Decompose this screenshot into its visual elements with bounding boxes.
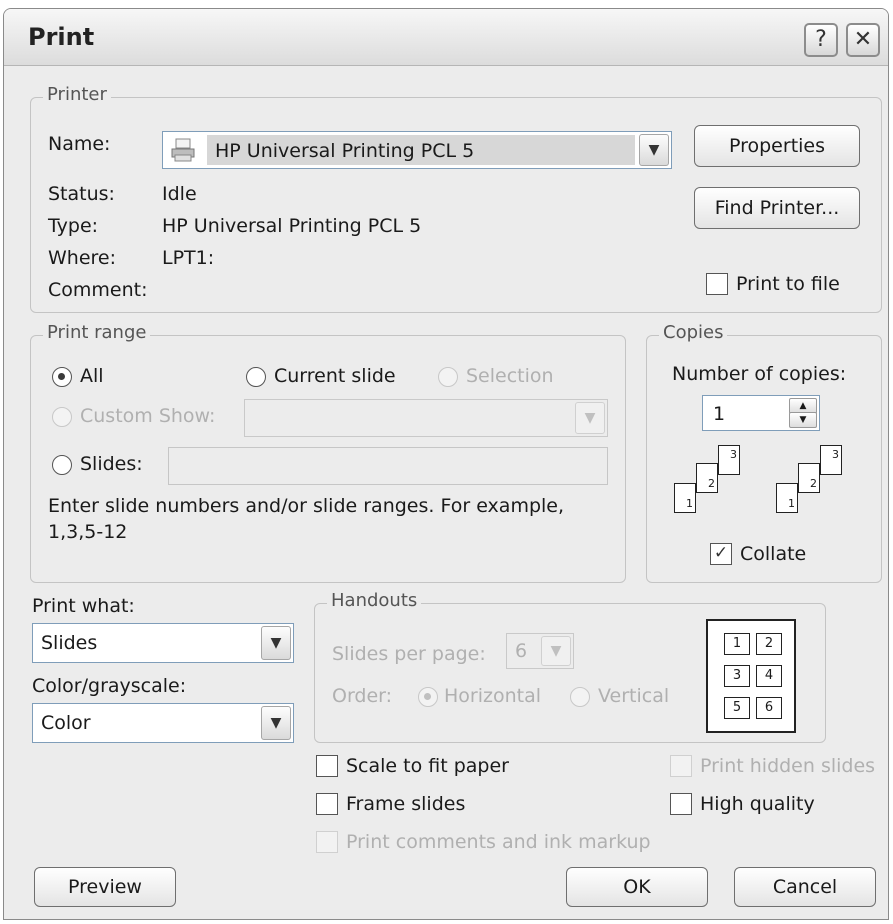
printer-icon	[169, 137, 197, 163]
horizontal-radio[interactable]	[418, 687, 438, 707]
close-button[interactable]: ✕	[846, 23, 880, 57]
all-label[interactable]: All	[80, 365, 104, 387]
page-icon-2: 2	[696, 463, 718, 493]
print-what-value: Slides	[41, 632, 98, 654]
handout-slide-6: 6	[756, 697, 782, 719]
page-icon-1: 1	[776, 483, 798, 513]
title-bar: Print ? ✕	[4, 9, 888, 66]
print-hidden-slides-label: Print hidden slides	[700, 755, 876, 777]
ok-button[interactable]: OK	[566, 867, 708, 907]
chevron-down-icon: ▼	[261, 626, 291, 660]
help-button[interactable]: ?	[804, 23, 838, 57]
slide-range-hint: Enter slide numbers and/or slide ranges.…	[48, 495, 565, 517]
page-icon-3: 3	[820, 445, 842, 475]
custom-show-select[interactable]: ▼	[244, 399, 608, 437]
high-quality-label[interactable]: High quality	[700, 793, 815, 815]
copies-spinner[interactable]: 1 ▲ ▼	[702, 395, 820, 431]
preview-button[interactable]: Preview	[34, 867, 176, 907]
print-what-select[interactable]: Slides ▼	[32, 623, 294, 663]
status-value: Idle	[162, 183, 197, 205]
page-icon-3: 3	[718, 445, 740, 475]
type-value: HP Universal Printing PCL 5	[162, 215, 422, 237]
frame-slides-label[interactable]: Frame slides	[346, 793, 465, 815]
slides-radio[interactable]	[52, 455, 72, 475]
chevron-down-icon: ▼	[575, 402, 605, 434]
chevron-down-icon: ▼	[261, 706, 291, 740]
slides-input[interactable]	[168, 447, 608, 485]
page-icon-1: 1	[674, 483, 696, 513]
custom-show-label: Custom Show:	[80, 405, 216, 427]
order-label: Order:	[332, 685, 393, 707]
print-dialog: Print ? ✕ Printer Name: HP Universal Pri…	[3, 8, 889, 920]
current-slide-radio[interactable]	[246, 367, 266, 387]
name-label: Name:	[48, 133, 111, 155]
printer-name-select[interactable]: HP Universal Printing PCL 5 ▼	[162, 131, 672, 169]
frame-slides-checkbox[interactable]	[316, 793, 338, 815]
collated-pages-icon: 3 2 1	[672, 445, 756, 525]
comment-label: Comment:	[48, 279, 148, 301]
color-grayscale-value: Color	[41, 712, 91, 734]
slides-label[interactable]: Slides:	[80, 453, 143, 475]
print-comments-label: Print comments and ink markup	[346, 831, 651, 853]
collate-checkbox[interactable]: ✓	[710, 543, 732, 565]
scale-to-fit-checkbox[interactable]	[316, 755, 338, 777]
scale-to-fit-label[interactable]: Scale to fit paper	[346, 755, 509, 777]
where-label: Where:	[48, 247, 117, 269]
print-what-label: Print what:	[32, 595, 135, 617]
find-printer-button[interactable]: Find Printer...	[694, 187, 860, 229]
vertical-label: Vertical	[598, 685, 670, 707]
page-icon-2: 2	[798, 463, 820, 493]
status-label: Status:	[48, 183, 115, 205]
current-slide-label[interactable]: Current slide	[274, 365, 396, 387]
print-to-file-label[interactable]: Print to file	[736, 273, 840, 295]
slides-per-page-label: Slides per page:	[332, 643, 486, 665]
handout-slide-5: 5	[724, 697, 750, 719]
number-of-copies-label: Number of copies:	[672, 363, 847, 385]
spin-down-icon[interactable]: ▼	[789, 412, 817, 428]
copies-value: 1	[713, 403, 726, 425]
slides-per-page-value: 6	[515, 640, 528, 662]
print-to-file-checkbox[interactable]	[706, 273, 728, 295]
print-hidden-slides-checkbox[interactable]	[670, 755, 692, 777]
printer-name-value: HP Universal Printing PCL 5	[215, 140, 475, 162]
handout-slide-4: 4	[756, 665, 782, 687]
horizontal-label: Horizontal	[444, 685, 542, 707]
slide-range-example: 1,3,5-12	[48, 521, 128, 543]
chevron-down-icon: ▼	[541, 636, 571, 666]
print-comments-checkbox[interactable]	[316, 831, 338, 853]
slides-per-page-select[interactable]: 6 ▼	[506, 633, 574, 669]
high-quality-checkbox[interactable]	[670, 793, 692, 815]
type-label: Type:	[48, 215, 99, 237]
properties-button[interactable]: Properties	[694, 125, 860, 167]
color-grayscale-select[interactable]: Color ▼	[32, 703, 294, 743]
cancel-button[interactable]: Cancel	[734, 867, 876, 907]
all-radio[interactable]	[52, 367, 72, 387]
selection-radio[interactable]	[438, 367, 458, 387]
print-range-legend: Print range	[43, 322, 151, 343]
collate-label[interactable]: Collate	[740, 543, 806, 565]
handout-slide-3: 3	[724, 665, 750, 687]
vertical-radio[interactable]	[570, 687, 590, 707]
handout-preview-icon: 1 2 3 4 5 6	[706, 619, 796, 733]
chevron-down-icon: ▼	[639, 134, 669, 166]
collated-pages-icon-2: 3 2 1	[774, 445, 858, 525]
color-grayscale-label: Color/grayscale:	[32, 675, 187, 697]
where-value: LPT1:	[162, 247, 215, 269]
handouts-legend: Handouts	[327, 590, 422, 611]
handout-slide-1: 1	[724, 633, 750, 655]
handout-slide-2: 2	[756, 633, 782, 655]
dialog-title: Print	[28, 23, 95, 51]
printer-legend: Printer	[43, 84, 111, 105]
selection-label: Selection	[466, 365, 554, 387]
copies-legend: Copies	[659, 322, 728, 343]
custom-show-radio[interactable]	[52, 407, 72, 427]
